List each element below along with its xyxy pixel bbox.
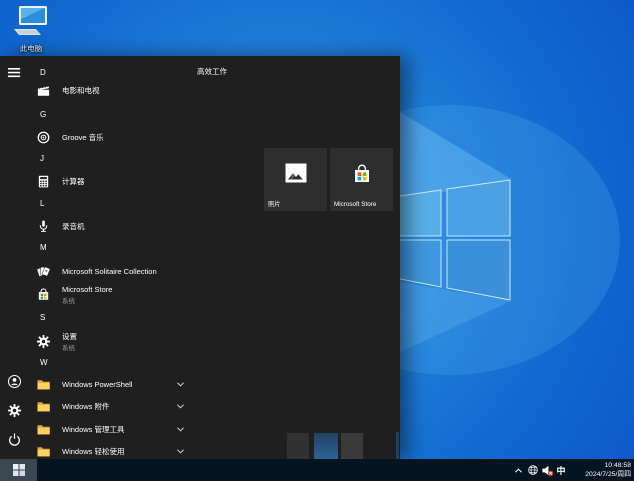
settings-gear-icon — [36, 334, 51, 349]
folder-icon — [37, 447, 50, 457]
start-button[interactable] — [0, 459, 37, 481]
app-list-letter-s[interactable]: S — [0, 309, 248, 330]
chevron-down-icon[interactable] — [176, 403, 185, 410]
desktop-icon-this-pc[interactable]: 此电脑 — [8, 5, 54, 53]
clock-date: 2024/7/25/周四 — [585, 471, 631, 478]
photos-icon — [285, 163, 306, 183]
taskbar: 中 10:48:58 2024/7/25/周四 — [0, 459, 634, 481]
app-list-item-settings[interactable]: 设置 系统 — [0, 330, 248, 354]
folder-icon — [37, 402, 50, 412]
screen: 此电脑 D 电影和电视 G Groove 音乐 J 计算器 L 录音机 M Mi… — [0, 0, 634, 481]
chevron-down-icon[interactable] — [176, 381, 185, 388]
folder-icon — [37, 380, 50, 390]
tray-ime-indicator[interactable]: 中 — [554, 459, 568, 481]
tile-microsoft-store[interactable]: Microsoft Store — [330, 148, 393, 211]
tile-group-header[interactable]: 高效工作 — [197, 66, 227, 77]
speaker-muted-icon — [542, 465, 554, 476]
app-list-item-calculator[interactable]: 计算器 — [0, 172, 248, 193]
partial-tile[interactable] — [314, 433, 338, 459]
tray-volume[interactable] — [540, 459, 555, 481]
start-menu: D 电影和电视 G Groove 音乐 J 计算器 L 录音机 M Micros… — [0, 56, 400, 459]
app-list-item-groove-music[interactable]: Groove 音乐 — [0, 128, 248, 149]
groove-music-icon — [37, 131, 50, 144]
app-list-letter-g[interactable]: G — [0, 106, 248, 127]
clock-time: 10:48:58 — [604, 462, 631, 469]
network-globe-icon — [528, 465, 538, 475]
app-list-folder-windows-powershell[interactable]: Windows PowerShell — [0, 375, 248, 396]
this-pc-icon — [14, 6, 47, 35]
taskbar-clock[interactable]: 10:48:58 2024/7/25/周四 — [585, 461, 631, 479]
app-list-item-voice-recorder[interactable]: 录音机 — [0, 217, 248, 238]
tray-network[interactable] — [526, 459, 540, 481]
app-sublabel: 系统 — [62, 298, 75, 305]
folder-icon — [37, 425, 50, 435]
app-list-letter-m[interactable]: M — [0, 239, 248, 260]
calculator-icon — [38, 175, 49, 188]
app-list-folder-windows-ease-of-access[interactable]: Windows 轻松使用 — [0, 442, 248, 459]
movies-tv-icon — [37, 85, 50, 96]
chevron-down-icon[interactable] — [176, 448, 185, 455]
tray-show-hidden-icons[interactable] — [512, 459, 525, 481]
tile-photos[interactable]: 照片 — [264, 148, 327, 211]
app-list-item-solitaire[interactable]: Microsoft Solitaire Collection — [0, 262, 248, 283]
store-icon — [354, 164, 369, 182]
partial-tile[interactable] — [341, 433, 363, 459]
chevron-down-icon[interactable] — [176, 426, 185, 433]
app-list-letter-l[interactable]: L — [0, 195, 248, 216]
app-list-letter-j[interactable]: J — [0, 150, 248, 171]
chevron-up-icon — [515, 467, 522, 473]
app-list-folder-windows-accessories[interactable]: Windows 附件 — [0, 397, 248, 418]
partial-tile[interactable] — [287, 433, 309, 459]
app-list-folder-windows-admin-tools[interactable]: Windows 管理工具 — [0, 420, 248, 441]
app-list-item-microsoft-store[interactable]: Microsoft Store 系统 — [0, 283, 248, 307]
solitaire-icon — [36, 266, 51, 277]
app-list-letter-w[interactable]: W — [0, 354, 248, 375]
app-sublabel: 系统 — [62, 345, 75, 352]
tile-area-scrollbar[interactable] — [396, 432, 399, 459]
app-list-item-movies-tv[interactable]: 电影和电视 — [0, 81, 248, 102]
windows-logo-icon — [12, 464, 25, 476]
store-icon — [38, 288, 49, 300]
desktop-icon-label: 此电脑 — [19, 44, 43, 53]
voice-recorder-icon — [39, 220, 48, 232]
